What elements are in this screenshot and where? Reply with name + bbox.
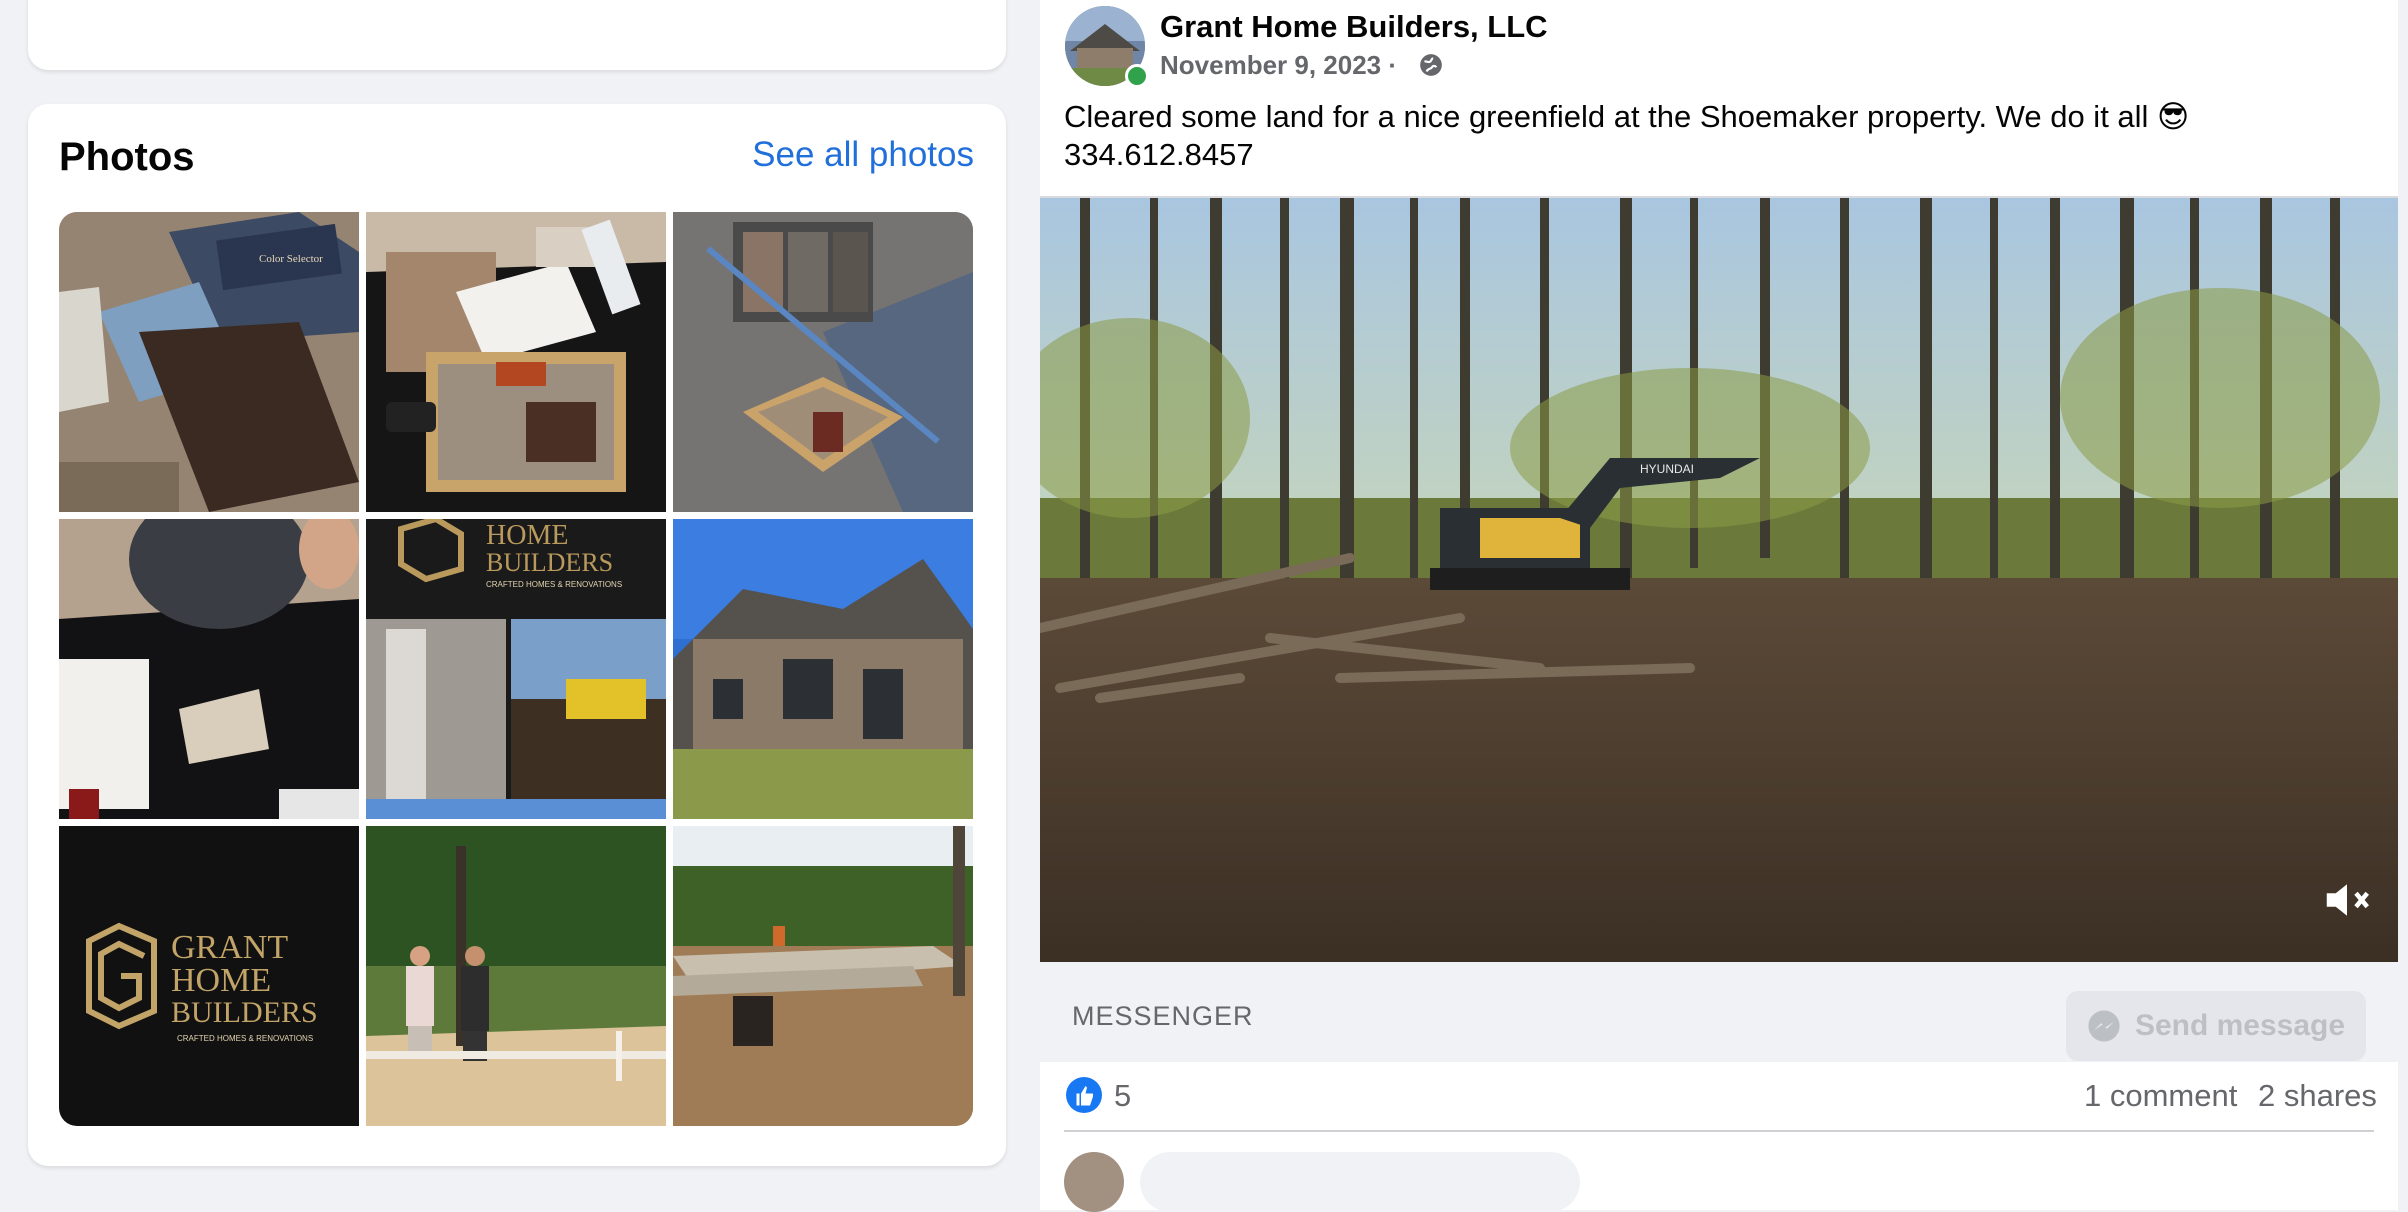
post-card: Grant Home Builders, LLC November 9, 202… — [1040, 0, 2398, 1212]
photo-tile-company-logo[interactable]: GRANT HOME BUILDERS CRAFTED HOMES & RENO… — [59, 826, 359, 1126]
post-text: Cleared some land for a nice greenfield … — [1064, 98, 2384, 174]
share-count[interactable]: 2 shares — [2258, 1078, 2377, 1114]
tile-big-logo-line3: BUILDERS — [171, 996, 318, 1029]
photo-tile-logo-collage[interactable]: HOME BUILDERS CRAFTED HOMES & RENOVATION… — [366, 519, 666, 819]
tile-big-logo-line2: HOME — [171, 962, 271, 999]
photo-tile-design-table[interactable] — [366, 212, 666, 512]
intro-card — [28, 0, 1006, 70]
tile-logo-line1: HOME — [486, 520, 568, 551]
post-video[interactable]: HYUNDAI — [1040, 196, 2398, 964]
messenger-bar: MESSENGER Send message — [1040, 962, 2398, 1062]
see-all-photos-link[interactable]: See all photos — [752, 135, 974, 175]
tile-logo-line2: BUILDERS — [486, 548, 613, 577]
photo-tile-finished-house[interactable] — [673, 519, 973, 819]
photo-tile-foundation[interactable] — [673, 826, 973, 1126]
photo-grid: Color Selector HOME BUILDERS CRAFTED HOM… — [59, 212, 973, 1126]
tile-big-logo-tagline: CRAFTED HOMES & RENOVATIONS — [177, 1034, 313, 1043]
photo-tile-site-visit[interactable] — [366, 826, 666, 1126]
online-status-dot — [1125, 64, 1149, 88]
tile-logo-tagline: CRAFTED HOMES & RENOVATIONS — [486, 580, 622, 589]
tile-big-logo-line1: GRANT — [171, 929, 288, 966]
send-message-button[interactable]: Send message — [2066, 991, 2366, 1061]
photo-tile-color-samples[interactable]: Color Selector — [59, 212, 359, 512]
comment-bubble — [1140, 1152, 1580, 1212]
page-name-link[interactable]: Grant Home Builders, LLC — [1160, 9, 1548, 45]
globe-icon — [1420, 54, 1442, 76]
excavator-brand-text: HYUNDAI — [1640, 462, 1694, 476]
messenger-label: MESSENGER — [1072, 1001, 1254, 1031]
post-phone: 334.612.8457 — [1064, 137, 1254, 172]
post-timestamp[interactable]: November 9, 2023 · — [1160, 50, 1397, 81]
like-count[interactable]: 5 — [1114, 1078, 1131, 1114]
send-message-label: Send message — [2134, 1009, 2346, 1042]
post-text-line1: Cleared some land for a nice greenfield … — [1064, 99, 2190, 134]
photos-title: Photos — [59, 135, 195, 179]
tile-color-selector-text: Color Selector — [259, 253, 323, 265]
like-icon — [1066, 1077, 1102, 1113]
photo-tile-consultation[interactable] — [59, 519, 359, 819]
photos-card: Photos See all photos Color Selector HOM… — [28, 104, 1006, 1166]
messenger-icon — [2088, 1010, 2120, 1042]
commenter-avatar[interactable] — [1064, 1152, 1124, 1212]
post-divider — [1064, 1130, 2374, 1132]
photo-tile-samples-pavement[interactable] — [673, 212, 973, 512]
mute-icon[interactable] — [2320, 873, 2374, 927]
comment-count[interactable]: 1 comment — [2084, 1078, 2237, 1114]
